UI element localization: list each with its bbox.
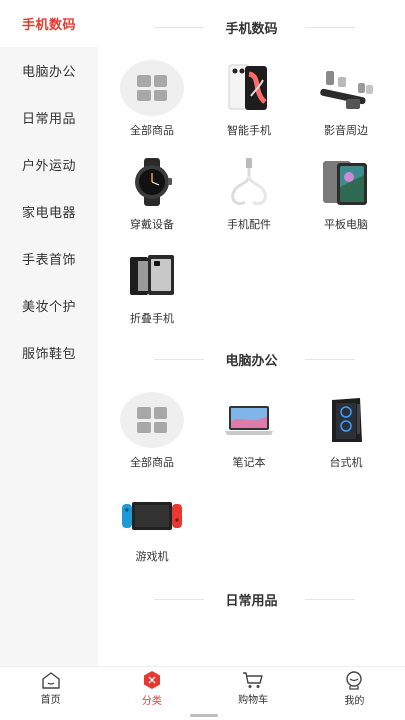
- tab-profile[interactable]: 我的: [304, 667, 405, 710]
- category-item-laptop[interactable]: 笔记本: [209, 392, 289, 470]
- sidebar-item-label: 家电电器: [21, 206, 76, 221]
- laptop-icon: [217, 392, 281, 448]
- divider: [305, 359, 355, 360]
- sidebar-item-phones-digital[interactable]: 手机数码: [0, 0, 98, 47]
- category-item-smartphone[interactable]: 智能手机: [209, 60, 289, 138]
- category-item-phone-accessories[interactable]: 手机配件: [209, 154, 289, 232]
- tab-label: 我的: [344, 696, 365, 707]
- sidebar-item-computers-office[interactable]: 电脑办公: [0, 47, 98, 94]
- category-item-label: 折叠手机: [130, 312, 174, 325]
- category-item-desktop[interactable]: 台式机: [306, 392, 386, 470]
- sidebar-item-label: 电脑办公: [21, 65, 76, 80]
- category-item-label: 平板电脑: [324, 218, 368, 231]
- section-title: 电脑办公: [98, 350, 405, 369]
- home-icon: [41, 672, 60, 689]
- category-item-wearables[interactable]: 穿戴设备: [112, 154, 192, 232]
- sidebar-item-outdoor-sports[interactable]: 户外运动: [0, 141, 98, 188]
- home-indicator: [190, 714, 218, 717]
- tablet-icon: [314, 154, 378, 210]
- sidebar-item-label: 美妆个护: [21, 300, 76, 315]
- divider: [154, 599, 204, 600]
- category-sidebar: 手机数码 电脑办公 日常用品 户外运动 家电电器 手表首饰 美妆个护 服饰鞋包: [0, 0, 98, 666]
- sidebar-item-daily-goods[interactable]: 日常用品: [0, 94, 98, 141]
- cart-icon: [243, 672, 263, 688]
- section-title-text: 日常用品: [225, 594, 278, 609]
- category-item-label: 穿戴设备: [130, 218, 174, 231]
- category-item-tablet[interactable]: 平板电脑: [306, 154, 386, 232]
- sidebar-item-home-appliances[interactable]: 家电电器: [0, 188, 98, 235]
- category-content[interactable]: 手机数码 全部商品 智能手机 影音周边 穿戴设备 手机配件 平板电脑 折叠手机 …: [98, 0, 405, 666]
- category-item-label: 台式机: [329, 456, 363, 469]
- audio-video-icon: [314, 60, 378, 116]
- foldable-phone-icon: [120, 248, 184, 304]
- all-products-icon: [120, 392, 184, 448]
- category-item-all[interactable]: 全部商品: [112, 392, 192, 470]
- smartphone-icon: [217, 60, 281, 116]
- sidebar-item-label: 户外运动: [21, 159, 76, 174]
- category-item-label: 影音周边: [324, 124, 368, 137]
- category-item-foldable-phone[interactable]: 折叠手机: [112, 248, 192, 326]
- category-item-label: 全部商品: [130, 456, 174, 469]
- sidebar-item-beauty-care[interactable]: 美妆个护: [0, 282, 98, 329]
- divider: [154, 27, 204, 28]
- game-console-icon: [120, 486, 184, 542]
- sidebar-item-label: 手表首饰: [21, 253, 76, 268]
- category-item-label: 笔记本: [232, 456, 266, 469]
- smartwatch-icon: [120, 154, 184, 210]
- tab-home[interactable]: 首页: [0, 667, 101, 710]
- tab-category[interactable]: 分类: [101, 667, 202, 710]
- category-item-label: 游戏机: [135, 550, 169, 563]
- sidebar-item-watches-jewelry[interactable]: 手表首饰: [0, 235, 98, 282]
- sidebar-item-clothing-bags[interactable]: 服饰鞋包: [0, 329, 98, 376]
- tab-label: 首页: [40, 695, 61, 706]
- divider: [305, 599, 355, 600]
- category-item-label: 智能手机: [227, 124, 271, 137]
- tab-label: 购物车: [238, 695, 269, 706]
- category-item-label: 手机配件: [227, 218, 271, 231]
- profile-icon: [346, 671, 363, 690]
- sidebar-item-label: 服饰鞋包: [21, 347, 76, 362]
- tab-cart[interactable]: 购物车: [203, 667, 304, 710]
- section-title-text: 手机数码: [225, 22, 278, 37]
- section-title: 日常用品: [98, 590, 405, 609]
- section-title: 手机数码: [98, 18, 405, 37]
- sidebar-item-label: 手机数码: [21, 18, 76, 33]
- category-item-all[interactable]: 全部商品: [112, 60, 192, 138]
- divider: [305, 27, 355, 28]
- category-item-game-console[interactable]: 游戏机: [112, 486, 192, 564]
- category-item-audio-video[interactable]: 影音周边: [306, 60, 386, 138]
- sidebar-item-label: 日常用品: [21, 112, 76, 127]
- desktop-pc-icon: [314, 392, 378, 448]
- section-title-text: 电脑办公: [225, 354, 278, 369]
- all-products-icon: [120, 60, 184, 116]
- bottom-tab-bar: 首页 分类 购物车 我的: [0, 666, 405, 710]
- category-item-label: 全部商品: [130, 124, 174, 137]
- category-icon: [143, 671, 160, 689]
- charging-cable-icon: [217, 154, 281, 210]
- tab-label: 分类: [141, 696, 162, 707]
- divider: [154, 359, 204, 360]
